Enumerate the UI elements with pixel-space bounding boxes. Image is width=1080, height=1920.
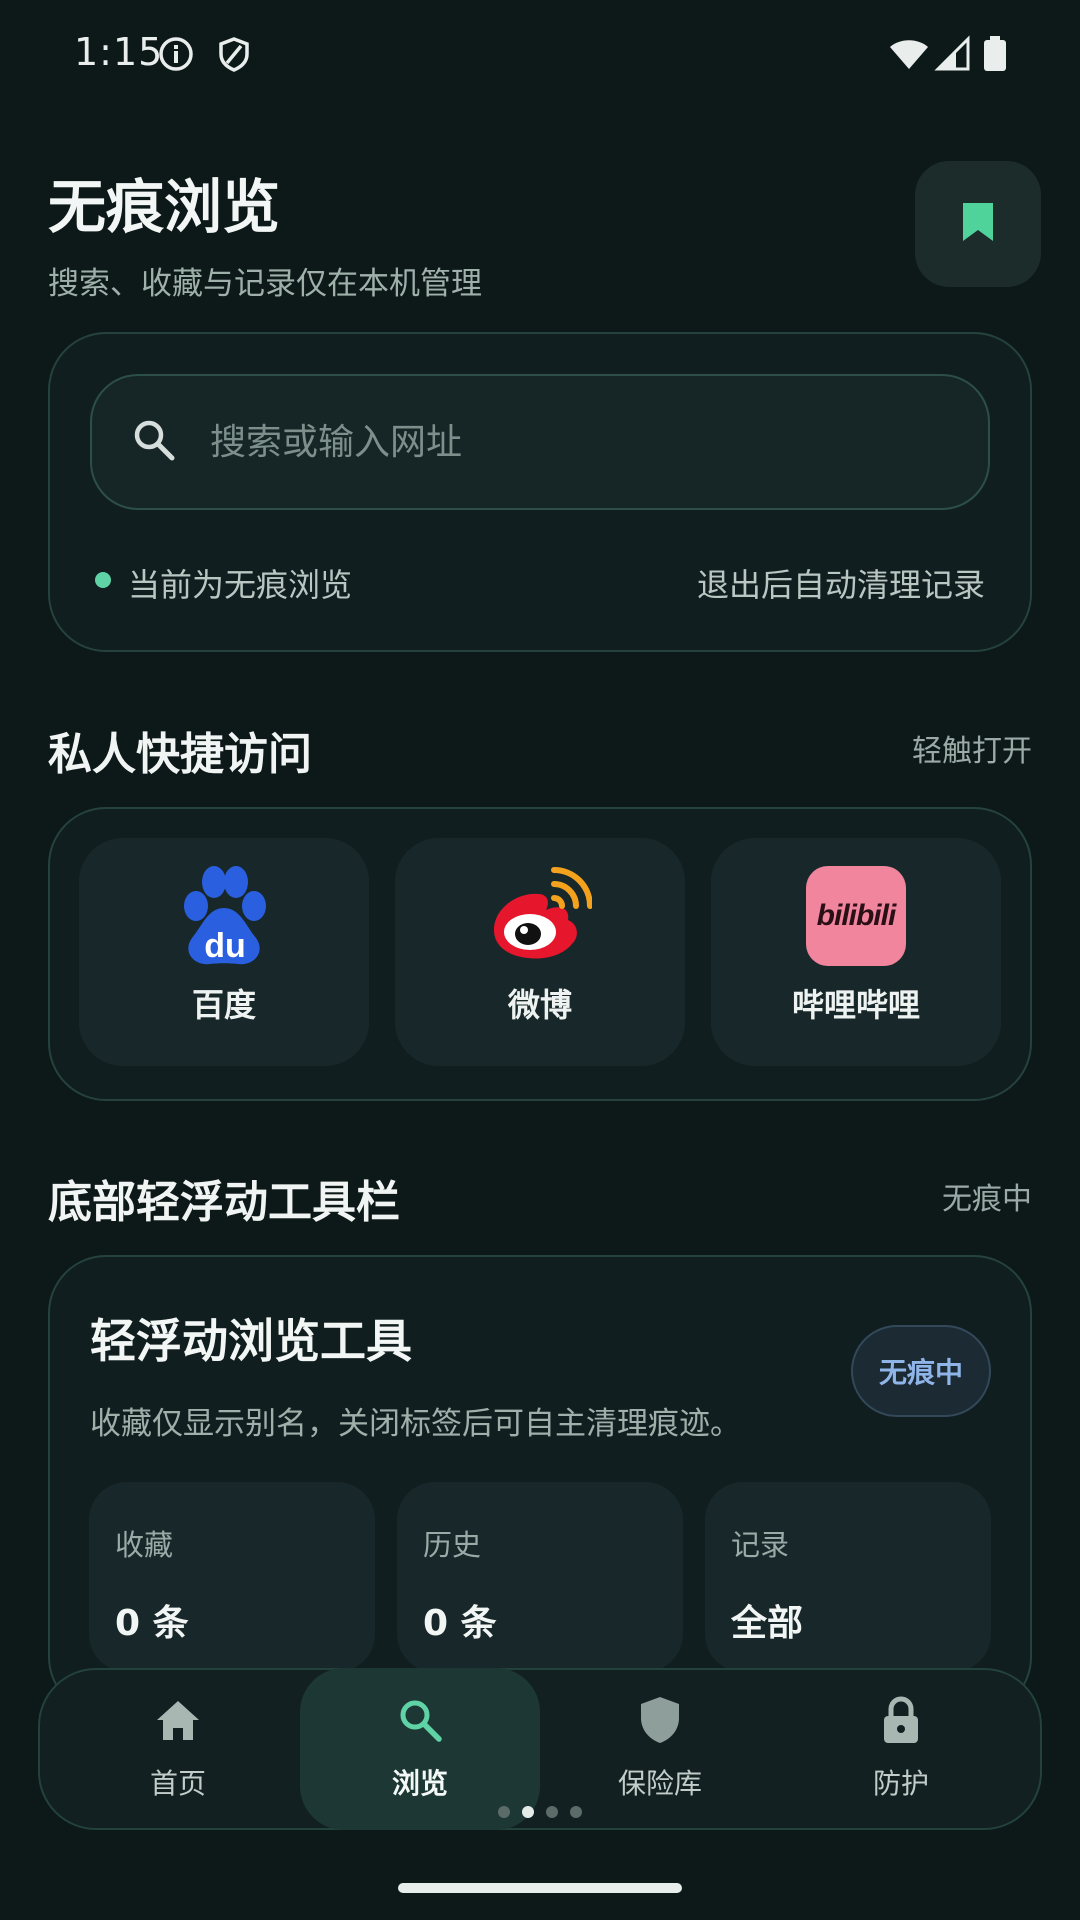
info-icon: [157, 35, 195, 73]
nav-protection[interactable]: 防护: [781, 1668, 1021, 1830]
baidu-paw-logo: du: [172, 864, 276, 968]
weibo-eye-logo: [488, 864, 592, 968]
page-indicator: [498, 1806, 582, 1818]
quick-tile-baidu[interactable]: du 百度: [79, 838, 369, 1066]
incognito-mode-label: 当前为无痕浏览: [128, 566, 353, 604]
battery-icon: [982, 35, 1008, 73]
page-dot: [546, 1806, 558, 1818]
page-subtitle: 搜索、收藏与记录仅在本机管理: [48, 266, 482, 302]
cell-signal-icon: [934, 35, 972, 73]
quick-tile-label: 百度: [191, 986, 256, 1024]
wifi-icon: [888, 35, 930, 73]
toolbar-card-title: 轻浮动浏览工具: [90, 1314, 412, 1368]
stat-value: 0 条: [115, 1603, 189, 1644]
page-dot: [498, 1806, 510, 1818]
search-input[interactable]: [210, 421, 910, 463]
quick-access-hint: 轻触打开: [912, 734, 1032, 769]
quick-access-title: 私人快捷访问: [48, 729, 312, 780]
status-time: 1:15: [74, 30, 164, 74]
stat-label: 收藏: [115, 1528, 174, 1562]
toolbar-section-hint: 无痕中: [942, 1182, 1032, 1217]
stat-label: 历史: [423, 1528, 482, 1562]
nav-label: 防护: [872, 1767, 929, 1800]
auto-clear-note: 退出后自动清理记录: [696, 566, 985, 604]
incognito-badge: 无痕中: [851, 1325, 991, 1417]
stat-value: 全部: [731, 1603, 804, 1644]
shield-icon: [636, 1696, 684, 1744]
page-title: 无痕浏览: [48, 173, 281, 241]
bilibili-logo: bilibili: [804, 864, 908, 968]
stat-history[interactable]: 历史 0 条: [397, 1482, 683, 1672]
stat-value: 0 条: [423, 1603, 497, 1644]
stat-favorites[interactable]: 收藏 0 条: [89, 1482, 375, 1672]
quick-tile-weibo[interactable]: 微博: [395, 838, 685, 1066]
vpn-shield-icon: [215, 35, 253, 73]
stat-label: 记录: [731, 1528, 790, 1562]
search-icon: [132, 418, 176, 466]
nav-label: 首页: [149, 1767, 206, 1800]
svg-text:du: du: [204, 927, 246, 965]
toolbar-card-description: 收藏仅显示别名，关闭标签后可自主清理痕迹。: [90, 1406, 741, 1442]
bookmark-icon: [960, 200, 996, 248]
incognito-status-dot: [95, 572, 111, 588]
search-icon: [396, 1696, 444, 1744]
page-dot-active: [522, 1806, 534, 1818]
toolbar-section-title: 底部轻浮动工具栏: [48, 1177, 400, 1228]
nav-label: 浏览: [391, 1767, 448, 1800]
page-dot: [570, 1806, 582, 1818]
nav-home[interactable]: 首页: [58, 1668, 298, 1830]
lock-icon: [877, 1696, 925, 1744]
quick-tile-label: 微博: [507, 986, 572, 1024]
home-icon: [154, 1696, 202, 1744]
gesture-home-bar[interactable]: [398, 1883, 682, 1893]
bookmarks-button[interactable]: [915, 161, 1041, 287]
search-field[interactable]: [90, 374, 990, 510]
quick-tile-bilibili[interactable]: bilibili 哔哩哔哩: [711, 838, 1001, 1066]
quick-tile-label: 哔哩哔哩: [791, 986, 920, 1024]
nav-label: 保险库: [617, 1767, 702, 1800]
stat-records[interactable]: 记录 全部: [705, 1482, 991, 1672]
